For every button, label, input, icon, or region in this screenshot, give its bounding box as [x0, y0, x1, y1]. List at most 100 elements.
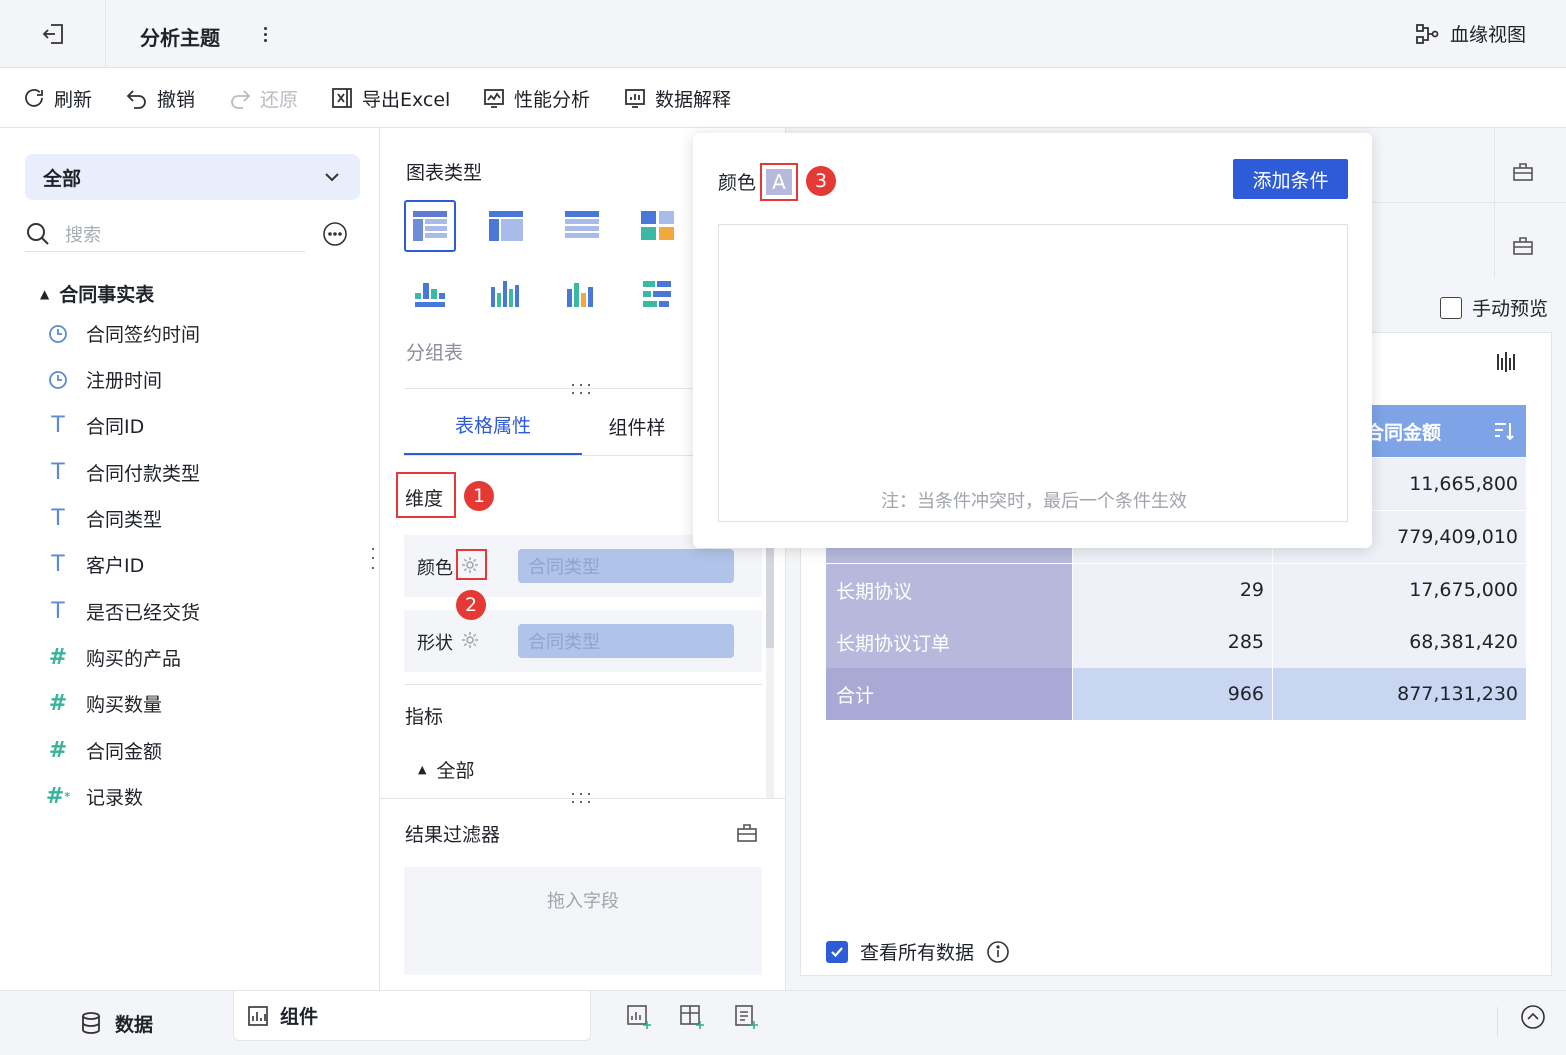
table-dropdown[interactable]: 全部	[25, 154, 360, 200]
field-label: 合同类型	[86, 509, 163, 531]
chart-type-detail-table[interactable]	[556, 200, 608, 252]
field-item[interactable]: # 购买数量	[46, 690, 162, 717]
collapse-up-icon[interactable]	[1520, 1004, 1546, 1030]
filter-drop-zone[interactable]: 拖入字段	[404, 867, 762, 975]
horizontal-splitter-handle[interactable]	[572, 384, 594, 396]
performance-label: 性能分析	[514, 88, 591, 111]
tab-label: 组件样	[608, 416, 666, 439]
field-item[interactable]: T 合同ID	[46, 412, 144, 439]
tab-label: 组件	[280, 1006, 319, 1028]
shape-field-pill[interactable]: 合同类型	[518, 624, 734, 658]
data-explain-button[interactable]: 数据解释	[623, 68, 731, 128]
undo-label: 撤销	[157, 88, 196, 111]
chart-type-kpi[interactable]	[632, 200, 684, 252]
field-item[interactable]: T 是否已经交货	[46, 598, 200, 625]
chart-type-cross-table[interactable]	[480, 200, 532, 252]
undo-icon	[125, 86, 149, 110]
cell-count: 285	[1227, 631, 1264, 653]
table-row: 长期协议 29 17,675,000	[826, 564, 1526, 616]
chart-type-grouped-table[interactable]	[404, 200, 456, 252]
manual-preview-toggle[interactable]: 手动预览	[1440, 294, 1548, 321]
field-label: 是否已经交货	[86, 602, 201, 624]
add-chart-icon[interactable]	[626, 1004, 652, 1030]
field-item[interactable]: # * 记录数	[46, 783, 143, 810]
text-type-icon: T	[51, 460, 65, 485]
cell-amount: 779,409,010	[1397, 526, 1518, 548]
info-icon[interactable]	[986, 940, 1010, 964]
undo-button[interactable]: 撤销	[125, 68, 195, 128]
cell-name: 长期协议	[836, 580, 913, 603]
collapse-triangle-icon: ▲	[418, 763, 427, 776]
table-node[interactable]: ▲ 合同事实表	[40, 280, 154, 307]
export-excel-button[interactable]: 导出Excel	[330, 68, 450, 128]
chart-settings-icon[interactable]	[1494, 350, 1518, 374]
color-field-pill[interactable]: 合同类型	[518, 549, 734, 583]
field-label: 记录数	[86, 787, 144, 809]
chart-type-stacked-bar[interactable]	[632, 268, 684, 320]
add-report-icon[interactable]	[733, 1004, 759, 1030]
field-label: 合同签约时间	[86, 324, 201, 346]
metric-group-label: 全部	[436, 760, 475, 782]
text-type-icon: T	[51, 552, 65, 577]
chart-type-color-bar[interactable]	[556, 268, 608, 320]
toolbox-icon[interactable]	[1512, 161, 1534, 183]
add-table-icon[interactable]	[679, 1004, 705, 1030]
field-item[interactable]: 注册时间	[46, 366, 162, 393]
field-item[interactable]: # 合同金额	[46, 737, 162, 764]
metric-group-all[interactable]: ▲ 全部	[418, 756, 474, 783]
tab-component-style[interactable]: 组件样	[582, 396, 692, 456]
redo-button[interactable]: 还原	[228, 68, 298, 128]
more-options-icon[interactable]	[322, 221, 348, 247]
lineage-view-button[interactable]: 血缘视图	[1414, 20, 1526, 47]
tab-data[interactable]: 数据	[0, 991, 232, 1055]
cell-count: 966	[1227, 683, 1264, 705]
field-item[interactable]: # 购买的产品	[46, 644, 181, 671]
cell-name: 合计	[836, 684, 875, 707]
field-item[interactable]: T 客户ID	[46, 551, 144, 578]
add-condition-label: 添加条件	[1252, 169, 1329, 192]
cell-amount: 17,675,000	[1409, 579, 1518, 601]
manual-preview-label: 手动预览	[1472, 298, 1549, 320]
toolbox-icon[interactable]	[1512, 235, 1534, 257]
field-item[interactable]: 合同签约时间	[46, 320, 200, 347]
filter-toolbox-icon[interactable]	[736, 822, 758, 844]
field-item[interactable]: T 合同类型	[46, 505, 162, 532]
view-all-data[interactable]: 查看所有数据	[826, 938, 1010, 965]
drop-row-1[interactable]	[1372, 142, 1494, 202]
field-label: 合同付款类型	[86, 463, 201, 485]
field-item[interactable]: T 合同付款类型	[46, 459, 200, 486]
performance-analysis-button[interactable]: 性能分析	[482, 68, 590, 128]
horizontal-splitter-handle[interactable]	[572, 793, 594, 805]
exit-icon[interactable]	[40, 20, 68, 48]
tab-table-properties[interactable]: 表格属性	[404, 396, 582, 456]
search-box[interactable]: 搜索	[25, 216, 305, 252]
data-explain-icon	[623, 86, 647, 110]
redo-icon	[228, 86, 252, 110]
tab-component[interactable]: 组件	[233, 991, 591, 1041]
shape-settings-icon[interactable]	[460, 630, 480, 650]
number-type-icon: #	[48, 645, 68, 670]
more-menu-icon[interactable]	[258, 22, 272, 46]
table-total-row: 合计 966 877,131,230	[826, 668, 1526, 720]
drop-hint: 拖入字段	[547, 891, 619, 912]
top-bar: 分析主题 血缘视图	[0, 0, 1566, 68]
divider	[1372, 202, 1566, 203]
data-explain-label: 数据解释	[655, 88, 732, 111]
text-type-icon: T	[51, 413, 65, 438]
search-input[interactable]: 搜索	[65, 221, 101, 247]
color-condition-popup: 颜色 A 添加条件 注：当条件冲突时，最后一个条件生效	[693, 133, 1372, 548]
number-type-icon: #	[48, 691, 68, 716]
chart-type-multi-bar[interactable]	[480, 268, 532, 320]
view-all-label: 查看所有数据	[860, 942, 975, 964]
sort-icon[interactable]	[1492, 419, 1516, 443]
redo-label: 还原	[260, 88, 299, 111]
cell-amount: 877,131,230	[1397, 683, 1518, 705]
chart-type-grouped-bar[interactable]	[404, 268, 456, 320]
divider	[1494, 128, 1495, 278]
table-header-amount[interactable]: 合同金额	[1365, 405, 1526, 457]
color-swatch-button[interactable]: A	[760, 163, 798, 201]
checkbox-checked-icon[interactable]	[826, 940, 848, 963]
add-condition-button[interactable]: 添加条件	[1233, 159, 1348, 199]
refresh-button[interactable]: 刷新	[22, 68, 92, 128]
checkbox[interactable]	[1440, 296, 1462, 319]
